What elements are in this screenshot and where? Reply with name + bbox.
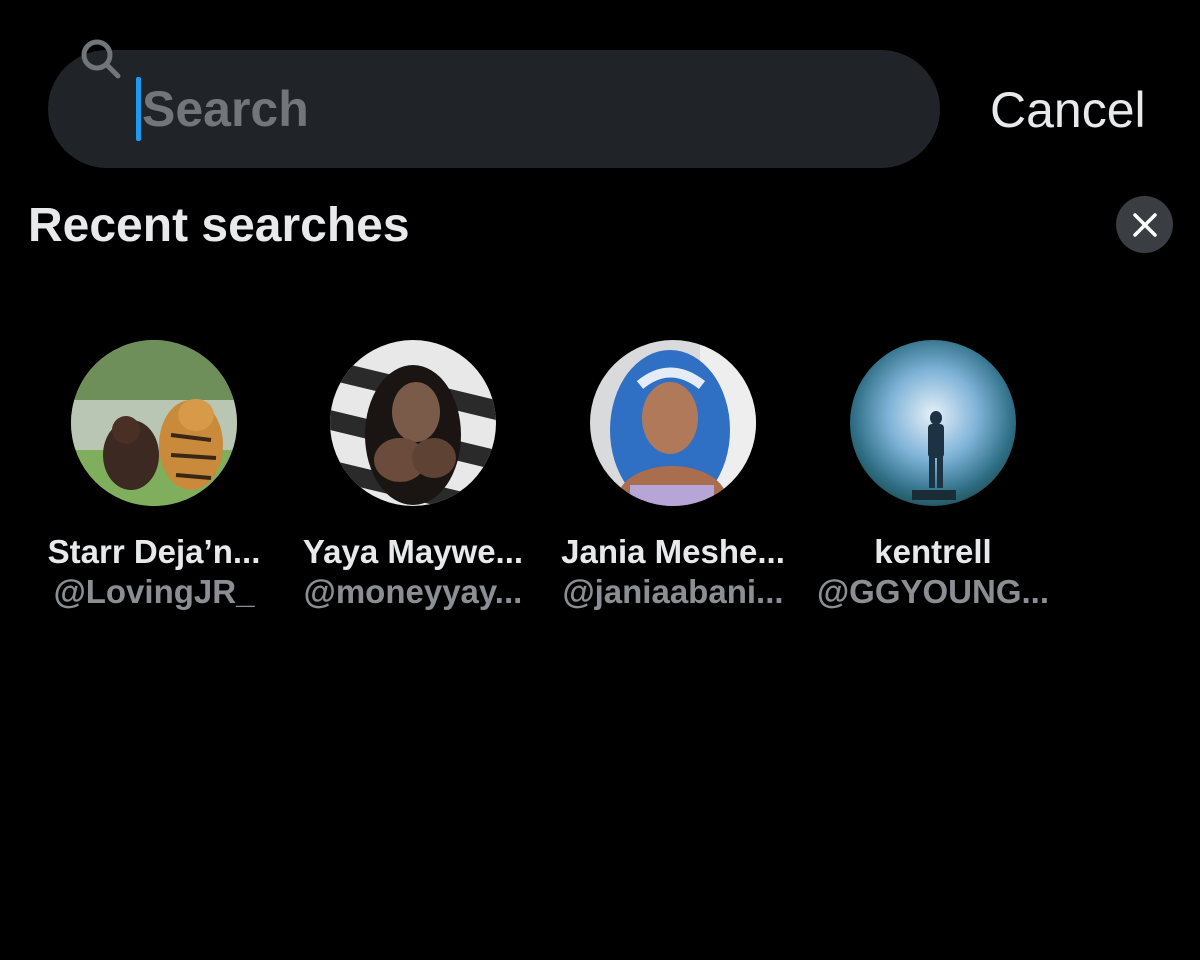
search-screen: Cancel Recent searches Starr Deja’n... @… xyxy=(0,0,1200,960)
recent-user-item[interactable]: Starr Deja’n... @LovingJR_ xyxy=(24,340,284,612)
search-input[interactable] xyxy=(142,78,902,140)
search-icon xyxy=(80,38,122,80)
close-icon xyxy=(1132,212,1157,237)
avatar xyxy=(850,340,1016,506)
user-handle: @LovingJR_ xyxy=(53,573,255,610)
avatar xyxy=(330,340,496,506)
clear-recent-searches-button[interactable] xyxy=(1116,196,1173,253)
avatar xyxy=(590,340,756,506)
user-handle: @moneyyay... xyxy=(303,573,523,610)
user-handle: @GGYOUNG... xyxy=(816,573,1050,610)
user-display-name: Jania Meshe... xyxy=(561,533,785,570)
cancel-button[interactable]: Cancel xyxy=(990,80,1146,140)
recent-user-item[interactable]: Yaya Maywe... @moneyyay... xyxy=(283,340,543,612)
user-display-name: Yaya Maywe... xyxy=(302,533,524,570)
recent-user-item[interactable]: Jania Meshe... @janiaabani... xyxy=(543,340,803,612)
recent-searches-title: Recent searches xyxy=(28,199,410,252)
avatar xyxy=(71,340,237,506)
user-handle: @janiaabani... xyxy=(562,573,784,610)
user-display-name: kentrell xyxy=(874,533,992,570)
user-display-name: Starr Deja’n... xyxy=(47,533,261,570)
text-cursor xyxy=(136,77,141,141)
recent-user-item[interactable]: kentrell @GGYOUNG... xyxy=(803,340,1063,612)
